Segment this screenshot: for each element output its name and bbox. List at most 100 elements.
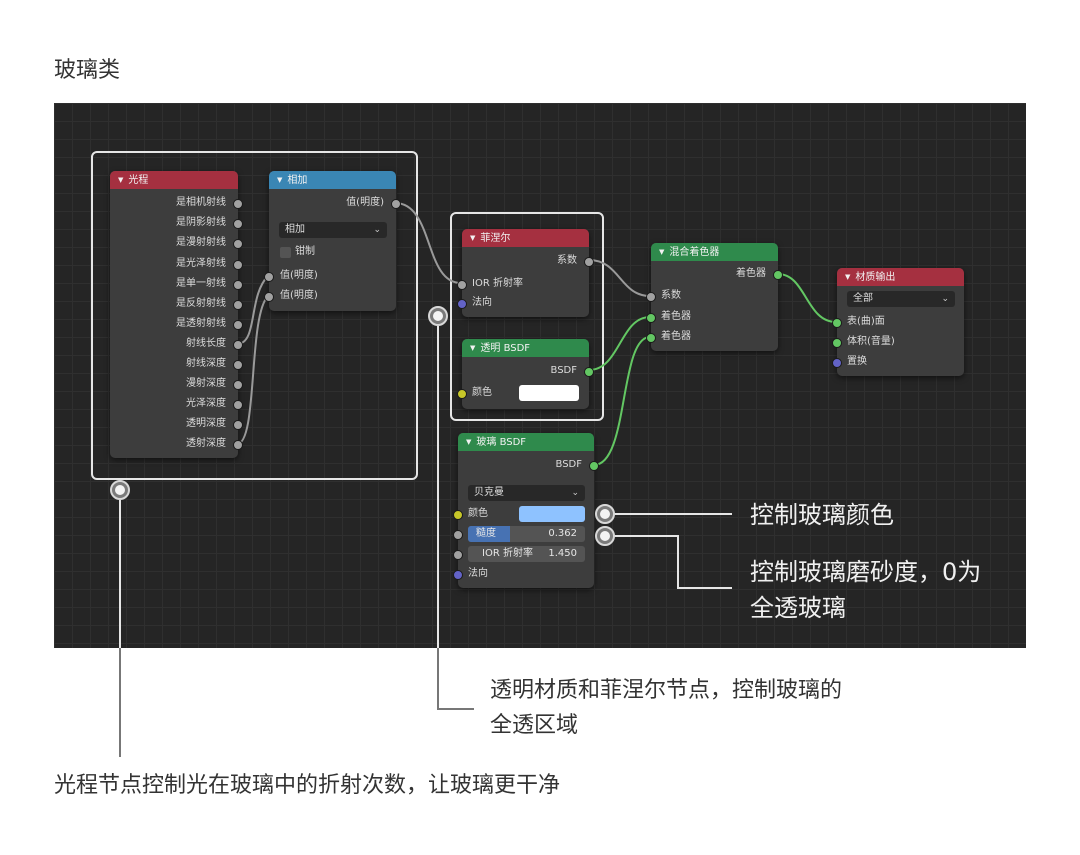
collapse-triangle-icon[interactable]: ▼ bbox=[845, 273, 850, 281]
socket-glossy-depth[interactable] bbox=[233, 400, 243, 410]
output-bsdf: BSDF bbox=[555, 459, 582, 470]
output-shader: 着色器 bbox=[736, 268, 766, 279]
clamp-checkbox[interactable] bbox=[280, 247, 291, 258]
fresnel-node[interactable]: ▼ 菲涅尔 系数 IOR 折射率 法向 bbox=[457, 229, 594, 317]
input-displacement: 置换 bbox=[847, 356, 867, 367]
color-swatch[interactable] bbox=[519, 385, 579, 401]
glass-color-swatch[interactable] bbox=[519, 506, 585, 522]
socket-displacement-in[interactable] bbox=[832, 358, 842, 368]
ior-field[interactable]: IOR 折射率 1.450 bbox=[468, 546, 585, 562]
clamp-label: 钳制 bbox=[295, 246, 315, 257]
chevron-down-icon: ⌄ bbox=[373, 225, 381, 235]
input-normal: 法向 bbox=[468, 568, 488, 579]
socket-is-transmission-ray[interactable] bbox=[233, 320, 243, 330]
socket-diffuse-depth[interactable] bbox=[233, 380, 243, 390]
annotation-glass-roughness-line1: 控制玻璃磨砂度，0为 bbox=[750, 558, 982, 586]
material-output-node[interactable]: ▼ 材质输出 全部 ⌄ 表(曲)面 体积(音量) 置换 bbox=[832, 268, 964, 376]
collapse-triangle-icon[interactable]: ▼ bbox=[470, 344, 475, 352]
light-path-node[interactable]: ▼ 光程 是相机射线 是阴影射线 是漫射射线 是光泽射线 是单一射线 是反射射线 … bbox=[110, 171, 243, 458]
annotation-fresnel-line2: 全透区域 bbox=[490, 713, 579, 738]
chevron-down-icon: ⌄ bbox=[941, 294, 949, 304]
glass-bsdf-node[interactable]: ▼ 玻璃 BSDF BSDF 贝克曼 ⌄ 颜色 糙度 0.362 IOR 折射率 1… bbox=[453, 433, 599, 588]
glass-bsdf-header[interactable]: ▼ 玻璃 BSDF bbox=[458, 433, 594, 451]
mix-shader-header[interactable]: ▼ 混合着色器 bbox=[651, 243, 778, 261]
annotation-glass-color: 控制玻璃颜色 bbox=[750, 501, 894, 529]
input-value-2: 值(明度) bbox=[280, 290, 318, 301]
output-ray-depth: 射线深度 bbox=[186, 358, 226, 369]
roughness-slider[interactable]: 糙度 0.362 bbox=[468, 526, 585, 542]
callout-handle-glass-color[interactable] bbox=[595, 504, 615, 524]
socket-is-shadow-ray[interactable] bbox=[233, 219, 243, 229]
input-shader-1: 着色器 bbox=[661, 311, 691, 322]
socket-volume-in[interactable] bbox=[832, 338, 842, 348]
annotation-light-path: 光程节点控制光在玻璃中的折射次数，让玻璃更干净 bbox=[54, 773, 561, 798]
socket-value-in-1[interactable] bbox=[264, 272, 274, 282]
socket-ior-in[interactable] bbox=[453, 550, 463, 560]
material-output-header[interactable]: ▼ 材质输出 bbox=[837, 268, 964, 286]
socket-fac-out[interactable] bbox=[584, 257, 594, 267]
output-value: 值(明度) bbox=[346, 197, 384, 208]
input-value-1: 值(明度) bbox=[280, 270, 318, 281]
socket-is-glossy-ray[interactable] bbox=[233, 260, 243, 270]
collapse-triangle-icon[interactable]: ▼ bbox=[466, 438, 471, 446]
socket-is-singular-ray[interactable] bbox=[233, 280, 243, 290]
collapse-triangle-icon[interactable]: ▼ bbox=[277, 176, 282, 184]
socket-surface-in[interactable] bbox=[832, 318, 842, 328]
socket-color-in[interactable] bbox=[453, 510, 463, 520]
math-add-header[interactable]: ▼ 相加 bbox=[269, 171, 396, 189]
socket-roughness-in[interactable] bbox=[453, 530, 463, 540]
socket-is-diffuse-ray[interactable] bbox=[233, 239, 243, 249]
wire-mix-to-output bbox=[777, 273, 837, 323]
input-volume: 体积(音量) bbox=[847, 336, 895, 347]
input-fac: 系数 bbox=[661, 290, 681, 301]
socket-ray-length[interactable] bbox=[233, 340, 243, 350]
callout-handle-fresnel[interactable] bbox=[428, 306, 448, 326]
socket-value-in-2[interactable] bbox=[264, 292, 274, 302]
transparent-bsdf-node[interactable]: ▼ 透明 BSDF BSDF 颜色 bbox=[457, 339, 594, 409]
socket-shader-out[interactable] bbox=[773, 270, 783, 280]
socket-shader-in-2[interactable] bbox=[646, 333, 656, 343]
page-title: 玻璃类 bbox=[54, 58, 121, 83]
light-path-header[interactable]: ▼ 光程 bbox=[110, 171, 238, 189]
output-ray-length: 射线长度 bbox=[186, 338, 226, 349]
callout-handle-light-path[interactable] bbox=[110, 480, 130, 500]
socket-bsdf-out[interactable] bbox=[589, 461, 599, 471]
socket-fac-in[interactable] bbox=[646, 292, 656, 302]
output-bsdf: BSDF bbox=[550, 365, 577, 376]
collapse-triangle-icon[interactable]: ▼ bbox=[659, 248, 664, 256]
transparent-bsdf-header[interactable]: ▼ 透明 BSDF bbox=[462, 339, 589, 357]
socket-normal-in[interactable] bbox=[457, 299, 467, 309]
annotation-fresnel-line1: 透明材质和菲涅尔节点，控制玻璃的 bbox=[490, 678, 843, 703]
callout-handle-glass-roughness[interactable] bbox=[595, 526, 615, 546]
fresnel-header[interactable]: ▼ 菲涅尔 bbox=[462, 229, 589, 247]
socket-ior-in[interactable] bbox=[457, 280, 467, 290]
output-is-camera-ray: 是相机射线 bbox=[176, 197, 226, 208]
line-fresnel-bottom bbox=[437, 648, 474, 710]
input-color-label: 颜色 bbox=[472, 387, 492, 398]
socket-is-reflection-ray[interactable] bbox=[233, 300, 243, 310]
socket-color-in[interactable] bbox=[457, 389, 467, 399]
output-is-transmission-ray: 是透射射线 bbox=[176, 318, 226, 329]
output-is-glossy-ray: 是光泽射线 bbox=[176, 258, 226, 269]
annotation-glass-roughness-line2: 全透玻璃 bbox=[750, 594, 846, 622]
distribution-dropdown[interactable]: 贝克曼 ⌄ bbox=[468, 485, 585, 501]
chevron-down-icon: ⌄ bbox=[571, 488, 579, 498]
output-is-reflection-ray: 是反射射线 bbox=[176, 298, 226, 309]
math-add-node[interactable]: ▼ 相加 值(明度) 相加 ⌄ 钳制 值(明度) 值(明度) bbox=[264, 171, 401, 311]
target-dropdown[interactable]: 全部 ⌄ bbox=[847, 291, 955, 307]
socket-shader-in-1[interactable] bbox=[646, 313, 656, 323]
input-color-label: 颜色 bbox=[468, 508, 488, 519]
collapse-triangle-icon[interactable]: ▼ bbox=[470, 234, 475, 242]
socket-transmission-depth[interactable] bbox=[233, 440, 243, 450]
socket-normal-in[interactable] bbox=[453, 570, 463, 580]
socket-ray-depth[interactable] bbox=[233, 360, 243, 370]
node-editor-canvas[interactable]: ▼ 光程 是相机射线 是阴影射线 是漫射射线 是光泽射线 是单一射线 是反射射线 … bbox=[54, 103, 1026, 648]
socket-is-camera-ray[interactable] bbox=[233, 199, 243, 209]
operation-dropdown[interactable]: 相加 ⌄ bbox=[279, 222, 387, 238]
socket-transparent-depth[interactable] bbox=[233, 420, 243, 430]
input-normal: 法向 bbox=[472, 297, 492, 308]
socket-bsdf-out[interactable] bbox=[584, 367, 594, 377]
mix-shader-node[interactable]: ▼ 混合着色器 着色器 系数 着色器 着色器 bbox=[646, 243, 783, 351]
socket-value-out[interactable] bbox=[391, 199, 401, 209]
collapse-triangle-icon[interactable]: ▼ bbox=[118, 176, 123, 184]
